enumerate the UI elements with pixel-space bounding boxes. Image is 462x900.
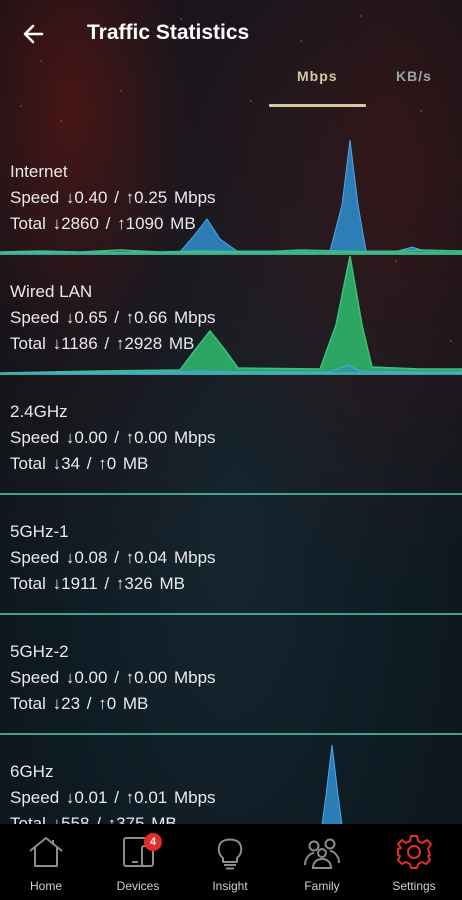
page-title: Traffic Statistics [87,21,250,44]
home-icon [29,837,63,867]
nav-settings[interactable]: Settings [368,824,460,900]
nav-devices[interactable]: 4 Devices [92,824,184,900]
traffic-list: Internet Speed ↓0.40 / ↑0.25 Mbps Total … [0,135,462,855]
nav-label: Settings [392,879,436,893]
section-name: 5GHz-1 [10,522,69,541]
section-text: Internet Speed ↓0.40 / ↑0.25 Mbps Total … [10,159,216,237]
nav-insight[interactable]: Insight [184,824,276,900]
nav-label: Insight [212,879,248,893]
devices-badge: 4 [144,833,162,851]
total-text: Total ↓34 / ↑0 MB [10,454,149,473]
total-text: Total ↓23 / ↑0 MB [10,694,149,713]
speed-text: Speed ↓0.65 / ↑0.66 Mbps [10,308,216,327]
section-text: 2.4GHz Speed ↓0.00 / ↑0.00 Mbps Total ↓3… [10,399,216,477]
lightbulb-icon [217,838,243,870]
section-name: Wired LAN [10,282,93,301]
arrow-left-icon [23,24,44,44]
section-text: Wired LAN Speed ↓0.65 / ↑0.66 Mbps Total… [10,279,216,357]
total-text: Total ↓1186 / ↑2928 MB [10,334,195,353]
section-text: 5GHz-1 Speed ↓0.08 / ↑0.04 Mbps Total ↓1… [10,519,216,597]
back-button[interactable] [20,20,48,48]
section-5ghz-1[interactable]: 5GHz-1 Speed ↓0.08 / ↑0.04 Mbps Total ↓1… [0,495,462,615]
gear-icon [397,835,432,869]
tab-kbs[interactable]: KB/s [396,68,432,84]
total-text: Total ↓1911 / ↑326 MB [10,574,185,593]
section-name: 5GHz-2 [10,642,69,661]
nav-label: Home [29,879,62,893]
section-wired-lan[interactable]: Wired LAN Speed ↓0.65 / ↑0.66 Mbps Total… [0,255,462,375]
tab-mbps[interactable]: Mbps [297,68,338,84]
nav-label: Family [304,879,340,893]
speed-text: Speed ↓0.01 / ↑0.01 Mbps [10,788,216,807]
active-tab-indicator [269,104,366,107]
nav-home[interactable]: Home [0,824,92,900]
section-name: Internet [10,162,68,181]
family-icon [304,838,340,869]
speed-text: Speed ↓0.00 / ↑0.00 Mbps [10,668,216,687]
nav-family[interactable]: Family [276,824,368,900]
total-text: Total ↓2860 / ↑1090 MB [10,214,196,233]
section-text: 5GHz-2 Speed ↓0.00 / ↑0.00 Mbps Total ↓2… [10,639,216,717]
section-name: 2.4GHz [10,402,68,421]
nav-label: Devices [116,879,160,893]
section-name: 6GHz [10,762,54,781]
section-2-4ghz[interactable]: 2.4GHz Speed ↓0.00 / ↑0.00 Mbps Total ↓3… [0,375,462,495]
speed-text: Speed ↓0.08 / ↑0.04 Mbps [10,548,216,567]
speed-text: Speed ↓0.40 / ↑0.25 Mbps [10,188,216,207]
section-5ghz-2[interactable]: 5GHz-2 Speed ↓0.00 / ↑0.00 Mbps Total ↓2… [0,615,462,735]
app-header: Traffic Statistics [0,0,462,66]
section-internet[interactable]: Internet Speed ↓0.40 / ↑0.25 Mbps Total … [0,135,462,255]
unit-tabs: Mbps KB/s [268,66,462,108]
bottom-navigation: Home 4 Devices Insight Family Settings [0,824,462,900]
speed-text: Speed ↓0.00 / ↑0.00 Mbps [10,428,216,447]
